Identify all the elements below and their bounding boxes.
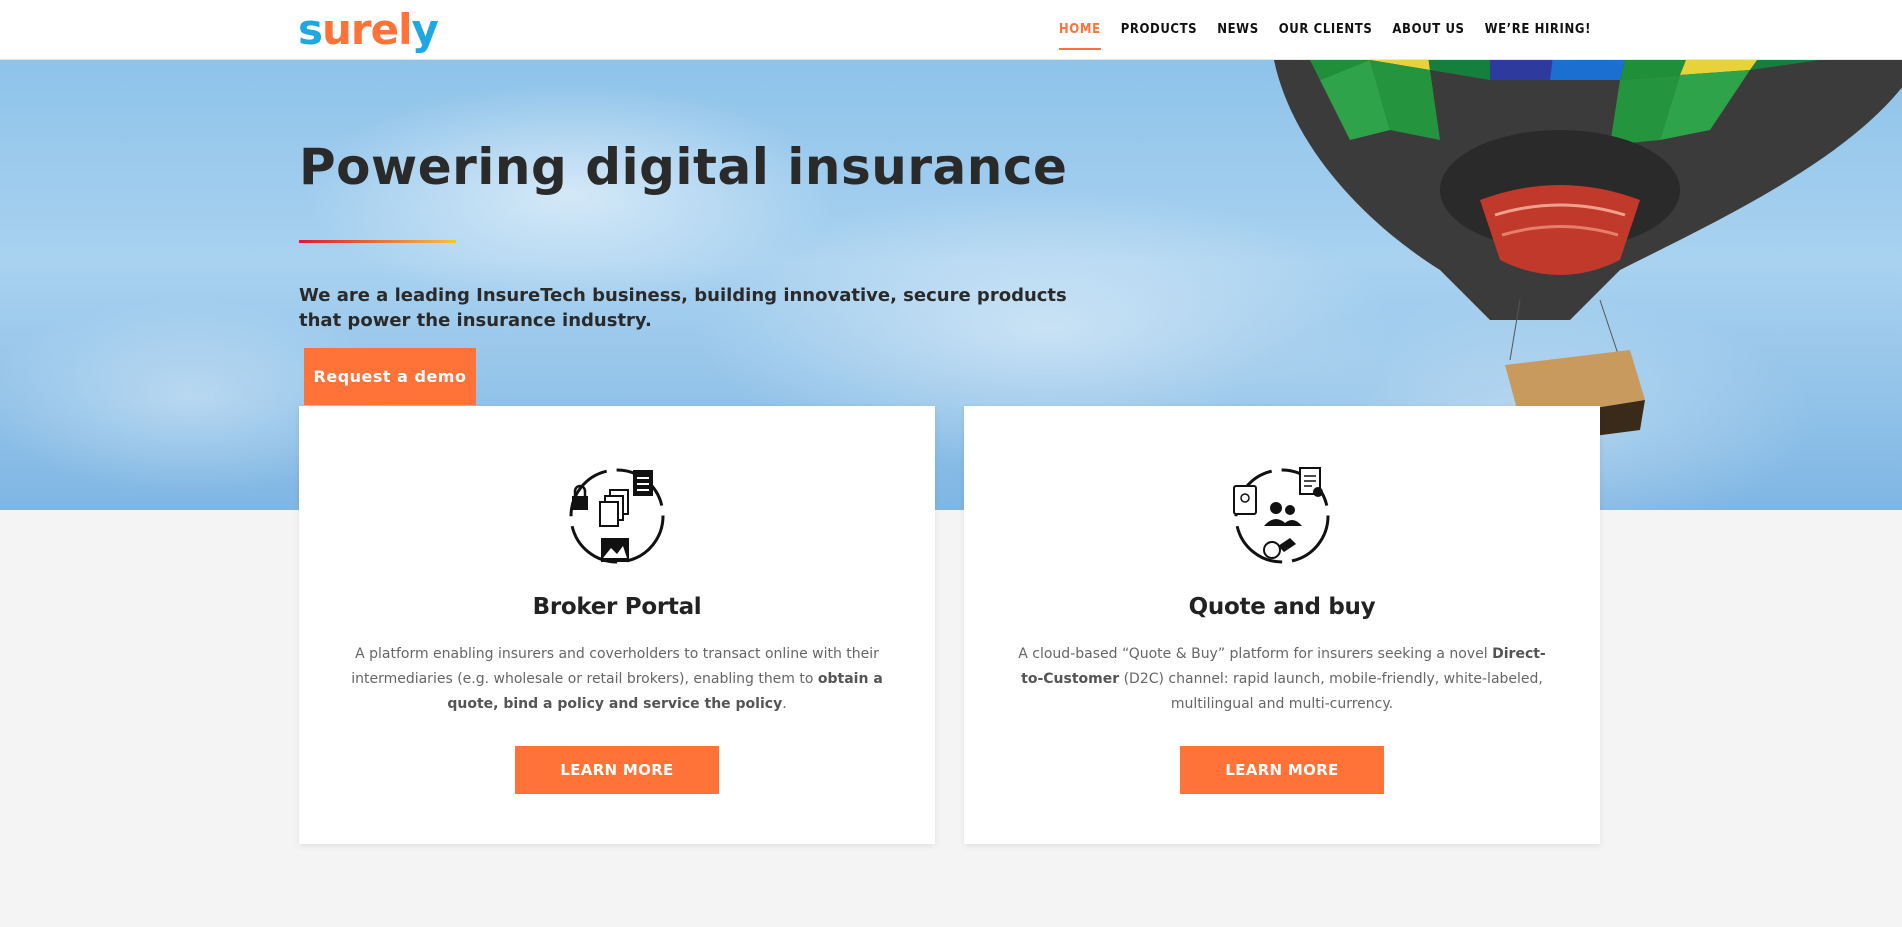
quote-desc-end: (D2C) channel: rapid launch, mobile-frie… bbox=[1119, 671, 1543, 712]
main-nav: HOME PRODUCTS NEWS OUR CLIENTS ABOUT US … bbox=[1058, 0, 1591, 60]
nav-were-hiring[interactable]: WE’RE HIRING! bbox=[1485, 0, 1591, 60]
quote-and-buy-icon bbox=[1233, 467, 1330, 564]
nav-home[interactable]: HOME bbox=[1058, 0, 1101, 60]
hero-divider bbox=[299, 240, 456, 243]
logo-letters-urel: urel bbox=[322, 5, 412, 54]
broker-desc-end: . bbox=[782, 696, 787, 712]
surely-logo[interactable]: surely bbox=[298, 2, 439, 58]
nav-products[interactable]: PRODUCTS bbox=[1121, 0, 1198, 60]
broker-desc-text: A platform enabling insurers and coverho… bbox=[351, 646, 879, 687]
broker-portal-card: Broker Portal A platform enabling insure… bbox=[299, 406, 935, 844]
quote-learn-more-button[interactable]: LEARN MORE bbox=[1180, 746, 1384, 794]
site-header: surely HOME PRODUCTS NEWS OUR CLIENTS AB… bbox=[0, 0, 1902, 60]
quote-and-buy-description: A cloud-based “Quote & Buy” platform for… bbox=[1008, 642, 1556, 717]
nav-about-us[interactable]: ABOUT US bbox=[1392, 0, 1464, 60]
nav-news[interactable]: NEWS bbox=[1217, 0, 1259, 60]
hero-section: Powering digital insurance We are a lead… bbox=[0, 60, 1902, 510]
quote-desc-text: A cloud-based “Quote & Buy” platform for… bbox=[1018, 646, 1493, 662]
broker-portal-description: A platform enabling insurers and coverho… bbox=[343, 642, 891, 717]
nav-our-clients[interactable]: OUR CLIENTS bbox=[1279, 0, 1373, 60]
broker-portal-icon bbox=[569, 468, 665, 564]
hero-lead: We are a leading InsureTech business, bu… bbox=[299, 285, 1067, 331]
request-demo-button[interactable]: Request a demo bbox=[304, 348, 476, 405]
hero-title: Powering digital insurance bbox=[299, 138, 1068, 196]
quote-and-buy-card: Quote and buy A cloud-based “Quote & Buy… bbox=[964, 406, 1600, 844]
logo-letter-y: y bbox=[411, 5, 439, 54]
broker-portal-title: Broker Portal bbox=[532, 594, 702, 620]
logo-text: surely bbox=[298, 5, 439, 54]
quote-and-buy-title: Quote and buy bbox=[1188, 594, 1376, 620]
broker-learn-more-button[interactable]: LEARN MORE bbox=[515, 746, 719, 794]
logo-letter-s: s bbox=[298, 5, 323, 54]
